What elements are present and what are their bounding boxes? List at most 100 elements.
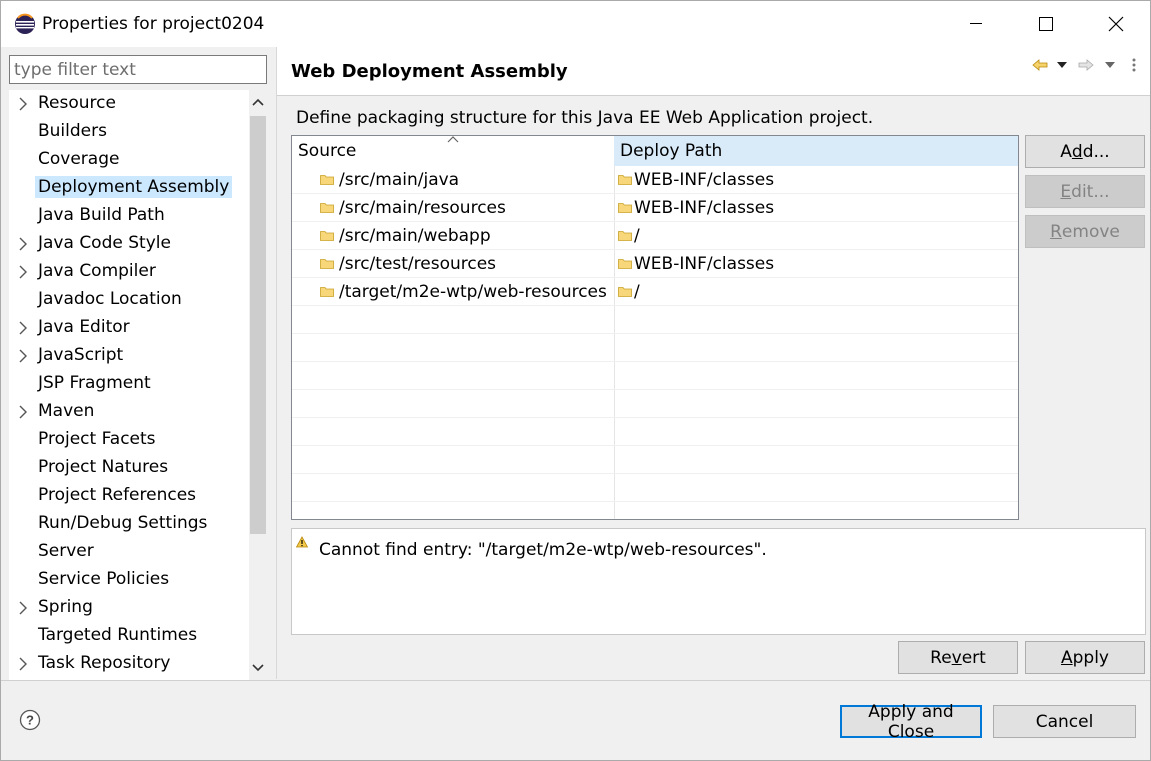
table-row[interactable]: /src/main/webapp / xyxy=(292,222,1018,250)
chevron-right-icon[interactable] xyxy=(17,601,29,615)
tree-item-java-code-style[interactable]: Java Code Style xyxy=(9,230,249,258)
close-button[interactable] xyxy=(1081,1,1151,47)
page-header: Web Deployment Assembly xyxy=(277,47,1150,95)
tree-item-label: Spring xyxy=(38,597,93,617)
help-icon[interactable]: ? xyxy=(19,709,41,731)
source-cell: /src/main/webapp xyxy=(320,222,491,250)
tree-item-javascript[interactable]: JavaScript xyxy=(9,342,249,370)
window-title: Properties for project0204 xyxy=(42,14,265,34)
deploy-path-cell: WEB-INF/classes xyxy=(618,250,774,278)
tree-item-label: Server xyxy=(38,541,94,561)
table-row[interactable]: /src/main/java WEB-INF/classes xyxy=(292,166,1018,194)
tree-item-spring[interactable]: Spring xyxy=(9,594,249,622)
tree-item-deployment-assembly[interactable]: Deployment Assembly xyxy=(9,174,249,202)
forward-arrow-icon[interactable] xyxy=(1075,55,1097,75)
add-button[interactable]: Ad d... xyxy=(1025,135,1145,168)
apply-button[interactable]: Apply xyxy=(1025,641,1145,674)
cancel-button[interactable]: Cancel xyxy=(993,705,1136,738)
minimize-button[interactable] xyxy=(941,1,1011,47)
chevron-right-icon[interactable] xyxy=(17,265,29,279)
tree-item-run-debug-settings[interactable]: Run/Debug Settings xyxy=(9,510,249,538)
table-row xyxy=(292,334,1018,362)
chevron-right-icon[interactable] xyxy=(17,657,29,671)
tree-scrollbar[interactable] xyxy=(249,90,267,680)
tree-item-project-references[interactable]: Project References xyxy=(9,482,249,510)
remove-button[interactable]: Remove xyxy=(1025,215,1145,248)
tree-item-label: Maven xyxy=(38,401,95,421)
deploy-path-cell: / xyxy=(618,278,640,306)
folder-icon xyxy=(618,254,632,274)
chevron-right-icon[interactable] xyxy=(17,405,29,419)
scroll-thumb[interactable] xyxy=(250,116,266,534)
table-row xyxy=(292,306,1018,334)
tree-item-javadoc-location[interactable]: Javadoc Location xyxy=(9,286,249,314)
tree-item-java-build-path[interactable]: Java Build Path xyxy=(9,202,249,230)
tree-item-resource[interactable]: Resource xyxy=(9,90,249,118)
folder-icon xyxy=(320,254,334,274)
revert-button[interactable]: Re v ert xyxy=(898,641,1018,674)
table-row[interactable]: /target/m2e-wtp/web-resources / xyxy=(292,278,1018,306)
tree-item-label: Project Facets xyxy=(38,429,156,449)
view-menu-icon[interactable] xyxy=(1123,55,1145,75)
scroll-down-button[interactable] xyxy=(249,656,267,680)
folder-icon xyxy=(320,226,334,246)
page-title: Web Deployment Assembly xyxy=(291,61,568,82)
tree-item-label: Task Repository xyxy=(38,653,171,673)
chevron-right-icon[interactable] xyxy=(17,97,29,111)
close-icon xyxy=(1108,16,1124,32)
chevron-right-icon[interactable] xyxy=(17,349,29,363)
svg-text:?: ? xyxy=(26,713,34,728)
tree-item-project-facets[interactable]: Project Facets xyxy=(9,426,249,454)
table-row[interactable]: /src/main/resources WEB-INF/classes xyxy=(292,194,1018,222)
tree-item-builders[interactable]: Builders xyxy=(9,118,249,146)
message-area: Cannot find entry: "/target/m2e-wtp/web-… xyxy=(291,528,1146,635)
back-arrow-icon[interactable] xyxy=(1029,55,1051,75)
column-header-source[interactable]: Source xyxy=(292,136,614,166)
chevron-right-icon[interactable] xyxy=(17,321,29,335)
source-path: /src/test/resources xyxy=(339,254,497,274)
apply-and-close-button[interactable]: Apply and Close xyxy=(840,702,982,742)
tree-item-label: Project References xyxy=(38,485,197,505)
source-path: /src/main/java xyxy=(339,170,460,190)
back-menu-chevron-icon[interactable] xyxy=(1051,55,1073,75)
panel-divider[interactable] xyxy=(276,47,277,679)
source-cell: /target/m2e-wtp/web-resources xyxy=(320,278,607,306)
tree-item-java-editor[interactable]: Java Editor xyxy=(9,314,249,342)
folder-icon xyxy=(618,282,632,302)
table-row xyxy=(292,502,1018,519)
minimize-icon xyxy=(970,23,982,24)
properties-dialog: Properties for project0204 Resource Build… xyxy=(0,0,1151,761)
tree-item-service-policies[interactable]: Service Policies xyxy=(9,566,249,594)
source-path: /target/m2e-wtp/web-resources xyxy=(339,282,607,302)
tree-item-project-natures[interactable]: Project Natures xyxy=(9,454,249,482)
deploy-path: WEB-INF/classes xyxy=(634,254,775,274)
tree-item-java-compiler[interactable]: Java Compiler xyxy=(9,258,249,286)
column-header-deploy-path[interactable]: Deploy Path xyxy=(614,136,1018,166)
tree-item-task-repository[interactable]: Task Repository xyxy=(9,650,249,678)
forward-menu-chevron-icon[interactable] xyxy=(1099,55,1121,75)
edit-button[interactable]: Edit... xyxy=(1025,175,1145,208)
tree-item-maven[interactable]: Maven xyxy=(9,398,249,426)
source-path: /src/main/resources xyxy=(339,198,506,218)
tree-item-coverage[interactable]: Coverage xyxy=(9,146,249,174)
deploy-path-cell: WEB-INF/classes xyxy=(618,194,774,222)
tree-item-label: Project Natures xyxy=(38,457,169,477)
folder-icon xyxy=(320,170,334,190)
tree-item-label: Java Build Path xyxy=(38,205,165,225)
tree-item-label: Targeted Runtimes xyxy=(38,625,198,645)
tree-item-jsp-fragment[interactable]: JSP Fragment xyxy=(9,370,249,398)
table-row[interactable]: /src/test/resources WEB-INF/classes xyxy=(292,250,1018,278)
maximize-button[interactable] xyxy=(1011,1,1081,47)
source-cell: /src/test/resources xyxy=(320,250,496,278)
deploy-path: WEB-INF/classes xyxy=(634,170,775,190)
table-row xyxy=(292,418,1018,446)
scroll-up-button[interactable] xyxy=(249,90,267,114)
tree-item-server[interactable]: Server xyxy=(9,538,249,566)
property-tree: Resource Builders Coverage Deployment Assem… xyxy=(9,90,267,680)
chevron-down-icon xyxy=(252,664,264,672)
chevron-right-icon[interactable] xyxy=(17,237,29,251)
tree-item-targeted-runtimes[interactable]: Targeted Runtimes xyxy=(9,622,249,650)
tree-item-label: Java Compiler xyxy=(38,261,156,281)
deploy-path-cell: WEB-INF/classes xyxy=(618,166,774,194)
filter-input[interactable] xyxy=(9,55,267,84)
